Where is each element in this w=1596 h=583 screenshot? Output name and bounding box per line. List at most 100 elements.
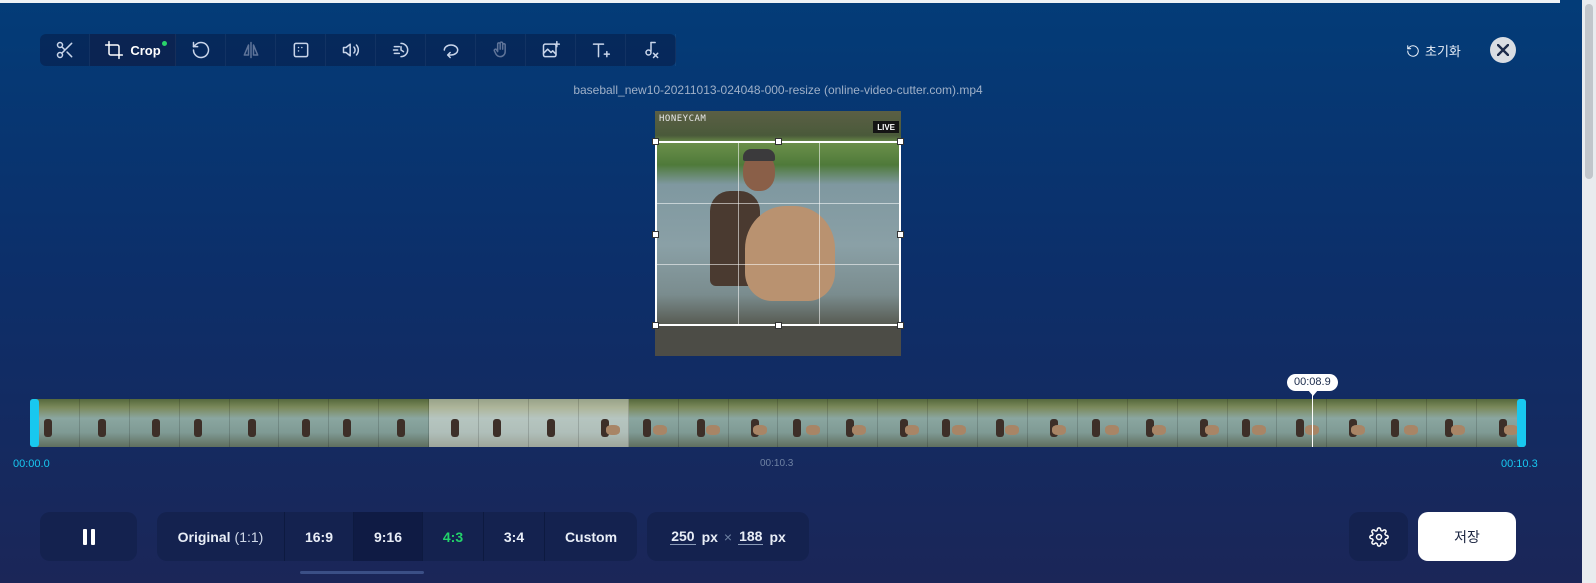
video-filename: baseball_new10-20211013-024048-000-resiz… [573,83,983,97]
pause-button[interactable] [40,512,137,561]
volume-tool-button[interactable] [326,34,376,66]
frame-figure [1241,419,1250,437]
crop-handle-top[interactable] [775,138,782,145]
trim-handle-end[interactable] [1517,399,1526,447]
page-scrollbar[interactable] [1582,0,1596,583]
active-indicator-dot [162,41,167,46]
edit-toolbar: Crop [40,34,676,66]
frame-lion [1052,425,1066,435]
crop-handle-left[interactable] [652,231,659,238]
height-input[interactable]: 188 [738,528,764,545]
frame-figure [343,419,352,437]
frame-figure [451,419,460,437]
ratio-label: 16:9 [304,528,334,545]
height-unit: px [769,528,786,545]
cut-tool-button[interactable] [40,34,90,66]
playhead[interactable] [1312,395,1313,447]
frame-figure [397,419,406,437]
ratio-16-9-button[interactable]: 16:9 [285,512,354,561]
timeline-frame [130,399,180,447]
crop-icon [105,40,124,60]
crop-dimensions: 250 px × 188 px [647,512,809,561]
resize-tool-button[interactable] [276,34,326,66]
frame-figure [1295,419,1304,437]
crop-handle-right[interactable] [897,231,904,238]
reset-button[interactable]: 초기화 [1406,41,1461,60]
frame-lion [705,425,720,435]
live-badge: LIVE [873,121,899,133]
crop-handle-bottom[interactable] [775,322,782,329]
rotate-icon [192,41,209,59]
timeline-frame [878,399,929,447]
timeline-frame [280,399,330,447]
loop-tool-button[interactable] [426,34,476,66]
reset-icon [1407,44,1419,57]
stabilize-icon [493,41,506,58]
timeline-frame [429,399,480,447]
flip-tool-button[interactable] [226,34,276,66]
image-add-tool-button[interactable] [526,34,576,66]
crop-grid-line [738,143,739,324]
crop-handle-top-left[interactable] [652,138,659,145]
frame-lion [652,425,667,435]
frame-lion [752,425,767,435]
frame-lion [1251,425,1266,435]
timeline-frame [80,399,130,447]
timeline-frame [1427,399,1478,447]
ratio-original-button[interactable]: Original (1:1) [157,512,285,561]
speed-tool-button[interactable] [376,34,426,66]
crop-selection-box[interactable] [652,138,904,329]
ratio-custom-button[interactable]: Custom [545,512,637,561]
ratio-label: Custom [564,528,618,545]
timeline-frame [1028,399,1078,447]
loop-icon [443,44,458,59]
audio-remove-tool-button[interactable] [626,34,676,66]
flip-icon [243,41,258,59]
frame-lion [1104,425,1119,435]
timeline-frame [1377,399,1428,447]
ratio-sub-label: (1:1) [234,528,264,545]
frame-figure [996,419,1005,437]
stabilize-tool-button[interactable] [476,34,526,66]
ratio-9-16-button[interactable]: 9:16 [354,512,423,561]
crop-tool-button[interactable]: Crop [90,34,176,66]
crop-handle-bottom-left[interactable] [652,322,659,329]
timeline-duration: 00:10.3 [760,458,794,469]
crop-grid-line [657,203,899,204]
timeline-filmstrip[interactable] [30,399,1526,447]
pause-icon [90,528,95,545]
frame-lion [1451,425,1466,435]
text-add-tool-button[interactable] [576,34,626,66]
timeline-frame [729,399,779,447]
crop-grid-line [657,264,899,265]
frame-lion [1005,425,1020,435]
width-input[interactable]: 250 [670,528,696,545]
ratio-3-4-button[interactable]: 3:4 [484,512,545,561]
trim-handle-start[interactable] [30,399,39,447]
volume-icon [342,43,359,57]
ratio-label: 3:4 [503,528,525,545]
scrollbar-thumb[interactable] [1585,4,1593,179]
crop-grid-line [819,143,820,324]
frame-figure [151,419,160,437]
speed-icon [392,42,408,58]
watermark-label: HONEYCAM [659,114,707,124]
current-time-bubble: 00:08.9 [1287,374,1338,391]
frame-figure [1391,419,1400,437]
ratio-label: 4:3 [442,528,464,545]
close-button[interactable] [1490,37,1516,63]
crop-handle-bottom-right[interactable] [897,322,904,329]
video-letterbox-bottom [655,326,901,356]
frame-lion [1204,425,1219,435]
frame-figure [792,419,801,437]
crop-handle-top-right[interactable] [897,138,904,145]
frame-figure [1091,419,1100,437]
scissors-icon [56,41,72,59]
rotate-tool-button[interactable] [176,34,226,66]
settings-button[interactable] [1349,512,1408,561]
save-button[interactable]: 저장 [1418,512,1516,561]
frame-figure [44,419,52,437]
timeline-frame [329,399,380,447]
timeline-start-time: 00:00.0 [13,458,50,470]
ratio-4-3-button[interactable]: 4:3 [423,512,484,561]
